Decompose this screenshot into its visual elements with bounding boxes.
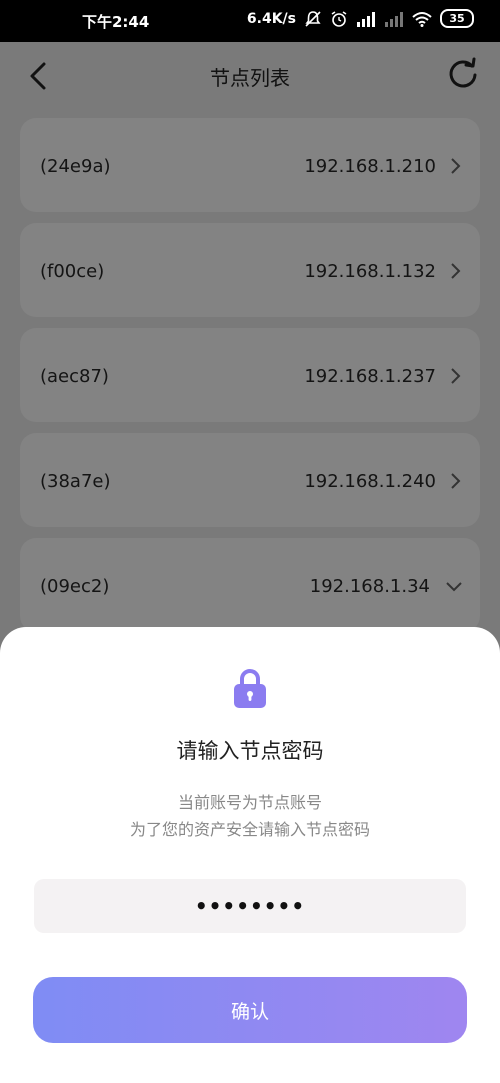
page-title: 节点列表 [210,66,290,90]
node-ip: 192.168.1.132 [304,261,436,282]
node-row[interactable]: (38a7e) 192.168.1.240 [20,433,480,527]
dialog-description-line-2: 为了您的资产安全请输入节点密码 [129,820,370,839]
node-name: (24e9a) [40,156,111,177]
status-icons: 6.4K/s 35 [247,9,474,28]
status-time: 下午2:44 [82,13,150,31]
node-name: (f00ce) [40,261,105,282]
alarm-icon [331,10,347,27]
chevron-down-icon [446,582,462,592]
status-bar: 下午2:44 6.4K/s 35 [0,0,500,42]
node-ip: 192.168.1.34 [309,576,430,597]
node-row[interactable]: (09ec2) 192.168.1.34 [20,538,480,632]
battery-indicator: 35 [440,9,474,28]
chevron-right-icon [451,158,461,174]
confirm-button[interactable]: 确认 [33,977,467,1043]
lock-icon [234,669,266,708]
dialog-title: 请输入节点密码 [176,739,324,763]
app-header: 节点列表 [0,42,500,110]
network-speed: 6.4K/s [246,10,296,27]
signal-icon [357,11,375,27]
node-name: (38a7e) [40,471,111,492]
node-ip: 192.168.1.210 [304,156,436,177]
refresh-icon[interactable] [446,56,480,90]
node-row[interactable]: (f00ce) 192.168.1.132 [20,223,480,317]
password-dialog: 请输入节点密码 当前账号为节点账号 为了您的资产安全请输入节点密码 确认 [0,627,500,1083]
chevron-right-icon [451,368,461,384]
node-name: (09ec2) [40,576,110,597]
wifi-icon [412,11,432,27]
signal-weak-icon [385,11,403,27]
dialog-description-line-1: 当前账号为节点账号 [177,793,322,812]
mute-bell-icon [305,10,321,27]
chevron-right-icon [451,263,461,279]
node-ip: 192.168.1.240 [304,471,436,492]
node-row[interactable]: (24e9a) 192.168.1.210 [20,118,480,212]
chevron-right-icon [451,473,461,489]
node-name: (aec87) [40,366,109,387]
password-input[interactable] [34,879,466,933]
node-ip: 192.168.1.237 [304,366,436,387]
node-row[interactable]: (aec87) 192.168.1.237 [20,328,480,422]
